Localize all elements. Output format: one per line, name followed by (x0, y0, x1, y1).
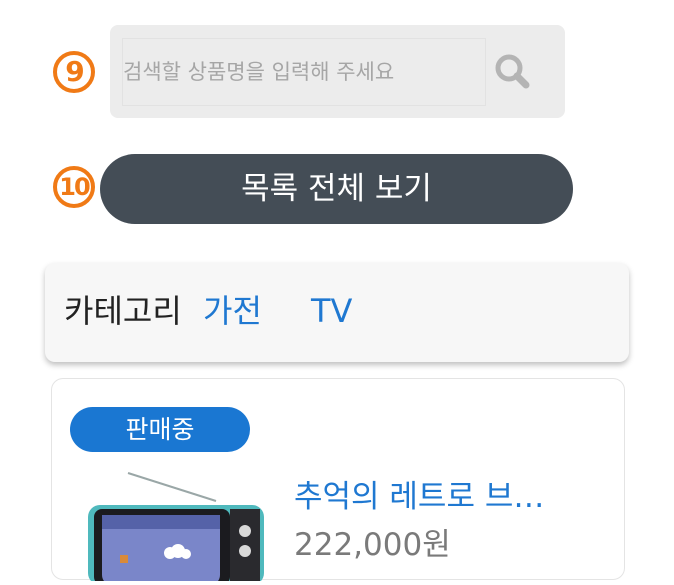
search-box (110, 25, 565, 118)
product-title[interactable]: 추억의 레트로 브… (294, 477, 614, 517)
product-price: 222,000원 (294, 527, 451, 563)
retro-tv-icon (88, 472, 264, 585)
category-item-tv[interactable]: TV (311, 291, 352, 331)
status-badge: 판매중 (70, 407, 250, 452)
category-item-appliance[interactable]: 가전 (203, 291, 262, 331)
product-card[interactable]: 판매중 추억의 레트로 브… 222,000원 (51, 378, 625, 585)
step-badge-9: 9 (53, 51, 95, 93)
product-thumbnail[interactable] (88, 471, 266, 585)
step-badge-10: 10 (53, 166, 95, 208)
search-input[interactable] (122, 38, 486, 106)
list-all-button[interactable]: 목록 전체 보기 (100, 154, 573, 224)
category-card: 카테고리 가전 TV (45, 263, 629, 362)
search-button[interactable] (488, 47, 538, 97)
search-icon (495, 54, 530, 89)
category-label: 카테고리 (64, 292, 182, 330)
